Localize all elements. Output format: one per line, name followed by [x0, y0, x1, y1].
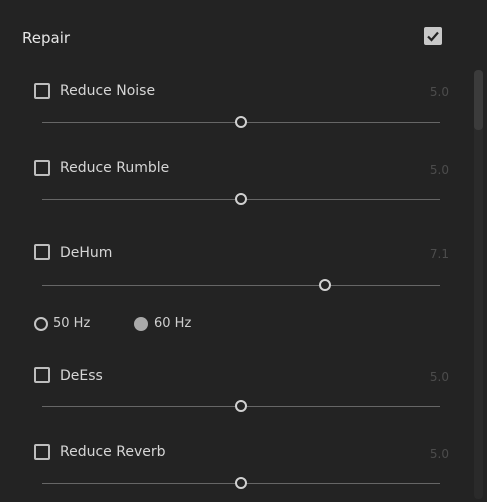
frequency-60hz-label: 60 Hz: [154, 316, 192, 331]
reduce-rumble-checkbox[interactable]: [34, 160, 50, 176]
reduce-reverb-label: Reduce Reverb: [60, 444, 166, 460]
panel-scrollbar[interactable]: [474, 70, 483, 499]
deess-checkbox[interactable]: [34, 367, 50, 383]
dehum-slider-thumb[interactable]: [318, 279, 331, 291]
effect-reduce-reverb: Reduce Reverb 5.0: [0, 432, 487, 502]
effect-reduce-noise: Reduce Noise 5.0: [0, 70, 487, 140]
effect-dehum: DeHum 7.1: [0, 230, 487, 300]
dehum-checkbox[interactable]: [34, 244, 50, 260]
dehum-slider-track[interactable]: [42, 285, 440, 286]
deess-value[interactable]: 5.0: [430, 369, 449, 385]
reduce-reverb-value[interactable]: 5.0: [430, 446, 449, 462]
repair-enable-checkbox[interactable]: [424, 27, 442, 45]
reduce-noise-checkbox[interactable]: [34, 83, 50, 99]
section-title: Repair: [22, 29, 71, 47]
reduce-noise-slider-thumb[interactable]: [235, 116, 247, 128]
reduce-reverb-checkbox[interactable]: [34, 444, 50, 460]
repair-panel: Repair Reduce Noise 5.0 Reduce Rumble 5.…: [0, 0, 487, 499]
dehum-label: DeHum: [60, 245, 113, 261]
reduce-rumble-value[interactable]: 5.0: [430, 162, 449, 178]
effect-reduce-rumble: Reduce Rumble 5.0: [0, 146, 487, 216]
reduce-noise-value[interactable]: 5.0: [430, 84, 449, 100]
deess-label: DeEss: [60, 368, 103, 384]
frequency-50hz-label: 50 Hz: [53, 316, 91, 331]
reduce-rumble-label: Reduce Rumble: [60, 160, 170, 176]
frequency-60hz-radio[interactable]: [134, 317, 148, 331]
effect-deess: DeEss 5.0: [0, 355, 487, 425]
scrollbar-thumb[interactable]: [474, 70, 483, 130]
reduce-rumble-slider-thumb[interactable]: [235, 193, 247, 205]
reduce-noise-label: Reduce Noise: [60, 83, 156, 99]
dehum-value[interactable]: 7.1: [430, 246, 449, 262]
deess-slider-thumb[interactable]: [235, 400, 247, 412]
frequency-50hz-radio[interactable]: [34, 317, 48, 331]
dehum-frequency-options: 50 Hz 60 Hz: [33, 314, 333, 334]
reduce-reverb-slider-thumb[interactable]: [235, 477, 247, 489]
checkmark-icon: [427, 31, 439, 42]
